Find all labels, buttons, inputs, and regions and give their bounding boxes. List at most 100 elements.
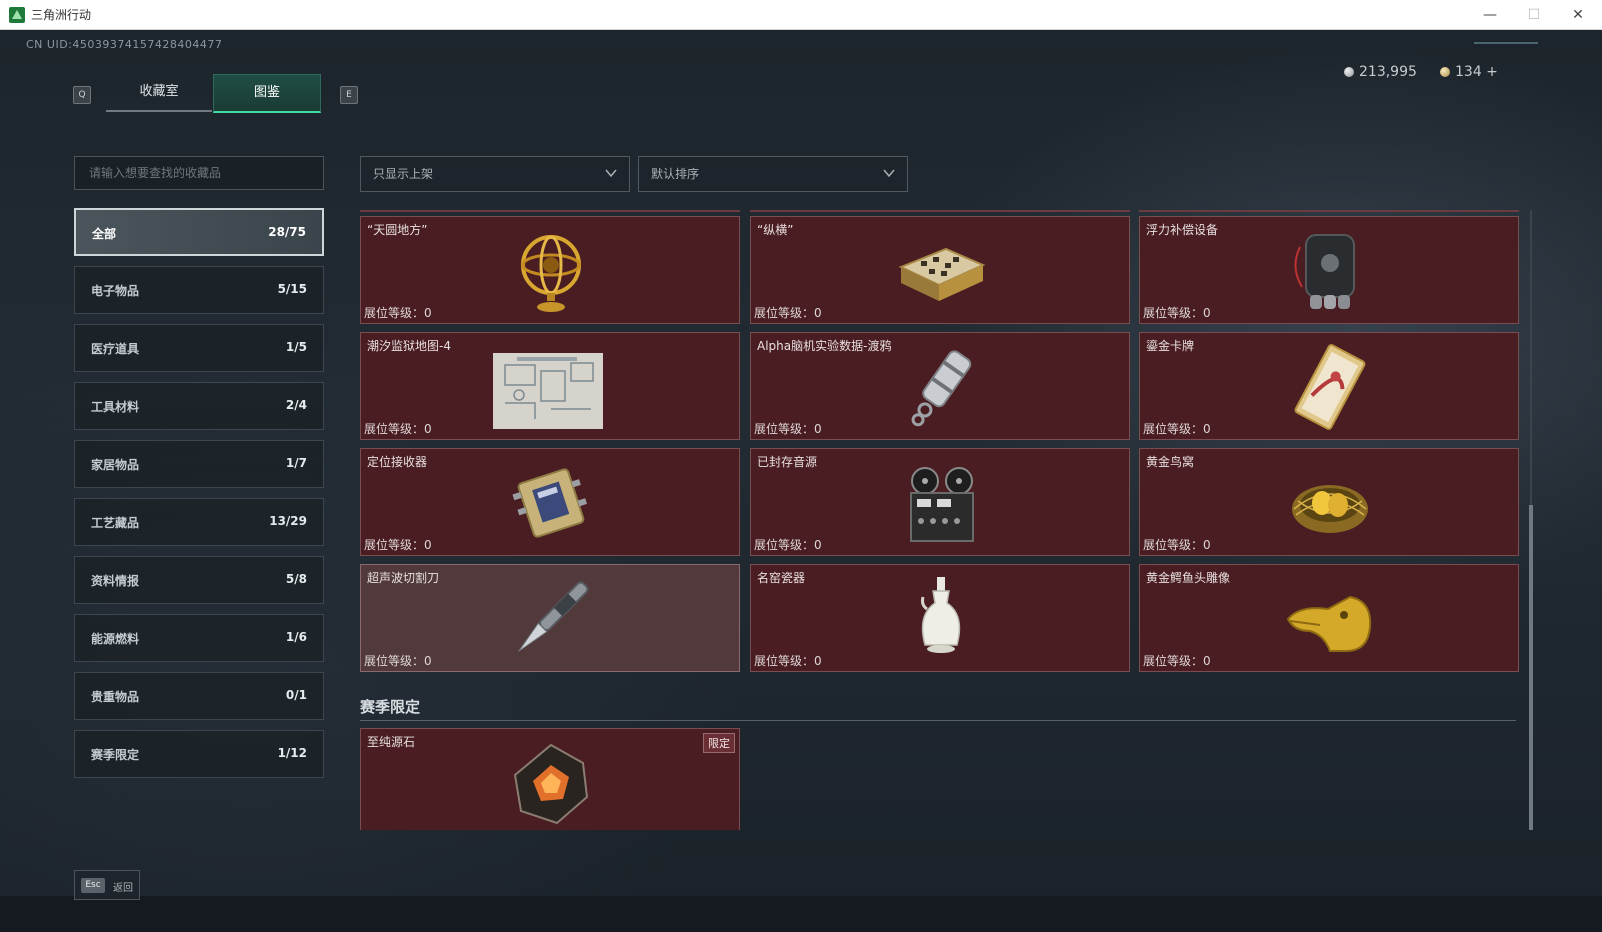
section-divider xyxy=(360,720,1516,721)
collection-item-card[interactable]: “纵横” 展位等级：0 xyxy=(750,216,1130,324)
category-count: 1/12 xyxy=(277,746,307,760)
buoyancy-device-icon xyxy=(1294,234,1355,309)
category-count: 1/5 xyxy=(285,340,307,354)
item-level: 展位等级：0 xyxy=(754,306,822,320)
category-label: 贵重物品 xyxy=(91,690,140,704)
category-label: 能源燃料 xyxy=(91,632,140,646)
item-name: “天圆地方” xyxy=(367,223,428,237)
category-count: 2/4 xyxy=(285,398,307,412)
category-intel[interactable]: 资料情报 5/8 xyxy=(74,556,324,604)
collection-item-card[interactable]: 鎏金卡牌 展位等级：0 xyxy=(1139,332,1519,440)
data-cylinder-icon xyxy=(911,350,972,427)
category-label: 医疗道具 xyxy=(91,342,140,356)
category-valuables[interactable]: 贵重物品 0/1 xyxy=(74,672,324,720)
close-button[interactable]: ✕ xyxy=(1558,3,1598,27)
category-label: 全部 xyxy=(92,227,117,241)
category-crafts[interactable]: 工艺藏品 13/29 xyxy=(74,498,324,546)
back-label: 返回 xyxy=(113,883,133,894)
collection-item-card[interactable]: 超声波切割刀 展位等级：0 xyxy=(360,564,740,672)
golden-nest-icon xyxy=(1292,485,1368,533)
category-season-limited[interactable]: 赛季限定 1/12 xyxy=(74,730,324,778)
show-filter-dropdown[interactable]: 只显示上架 xyxy=(360,156,630,192)
user-uid: CN UID:4503937415742840447​7 xyxy=(26,38,223,51)
category-medical[interactable]: 医疗道具 1/5 xyxy=(74,324,324,372)
collection-item-card[interactable]: 潮汐监狱地图-4 展位等级：0 xyxy=(360,332,740,440)
back-button[interactable]: Esc 返回 xyxy=(74,870,140,900)
item-name: 鎏金卡牌 xyxy=(1146,339,1195,353)
scrollbar-thumb[interactable] xyxy=(1529,505,1533,830)
collection-item-card[interactable]: 名窑瓷器 展位等级：0 xyxy=(750,564,1130,672)
category-all[interactable]: 全部 28/75 xyxy=(74,208,324,256)
item-name: Alpha脑机实验数据-渡鸦 xyxy=(757,339,892,353)
gilded-card-icon xyxy=(1294,344,1366,430)
maximize-button[interactable]: ☐ xyxy=(1514,3,1554,27)
tab-catalog[interactable]: 图鉴 xyxy=(213,74,321,113)
collection-item-card[interactable]: 定位接收器 展位等级：0 xyxy=(360,448,740,556)
key-hint-e[interactable]: E xyxy=(340,86,358,104)
window-titlebar: 三角洲行动 — ☐ ✕ xyxy=(0,0,1602,30)
silver-coin-icon xyxy=(1344,67,1354,77)
category-energy[interactable]: 能源燃料 1/6 xyxy=(74,614,324,662)
category-tools[interactable]: 工具材料 2/4 xyxy=(74,382,324,430)
item-level: 展位等级：0 xyxy=(1143,306,1211,320)
collection-item-card[interactable]: 黄金鸟窝 展位等级：0 xyxy=(1139,448,1519,556)
category-label: 工具材料 xyxy=(91,400,140,414)
category-label: 工艺藏品 xyxy=(91,516,140,530)
item-level: 展位等级：0 xyxy=(1143,654,1211,668)
category-label: 电子物品 xyxy=(91,284,140,298)
bottom-bar xyxy=(0,896,1602,932)
search-input[interactable]: 请输入想要查找的收藏品 xyxy=(74,156,324,190)
item-name: 浮力补偿设备 xyxy=(1146,223,1219,237)
chevron-down-icon xyxy=(883,169,895,178)
collection-item-card[interactable]: 浮力补偿设备 展位等级：0 xyxy=(1139,216,1519,324)
category-count: 5/15 xyxy=(277,282,307,296)
gold-amount: 134 + xyxy=(1455,64,1498,80)
item-name: 黄金鸟窝 xyxy=(1146,455,1195,469)
gold-currency[interactable]: 134 + xyxy=(1440,64,1498,80)
game-area: CN UID:4503937415742840447​7 Q 收藏室 图鉴 E … xyxy=(0,30,1602,932)
category-count: 28/75 xyxy=(268,225,306,239)
item-name: 黄金鳄鱼头雕像 xyxy=(1146,571,1231,585)
collection-item-card[interactable]: 黄金鳄鱼头雕像 展位等级：0 xyxy=(1139,564,1519,672)
category-electronics[interactable]: 电子物品 5/15 xyxy=(74,266,324,314)
key-hint-q[interactable]: Q xyxy=(73,86,91,104)
golden-crocodile-icon xyxy=(1286,595,1372,652)
item-level: 展位等级：0 xyxy=(364,654,432,668)
scrolled-row-edge xyxy=(1139,210,1519,212)
item-level: 展位等级：0 xyxy=(1143,422,1211,436)
chevron-down-icon xyxy=(605,169,617,178)
tab-collection-room[interactable]: 收藏室 xyxy=(106,74,212,112)
category-household[interactable]: 家居物品 1/7 xyxy=(74,440,324,488)
map-blueprint-icon xyxy=(493,353,603,429)
ultrasonic-knife-icon xyxy=(518,581,589,652)
minimize-button[interactable]: — xyxy=(1470,3,1510,27)
app-logo-icon xyxy=(9,7,25,23)
sort-dropdown[interactable]: 默认排序 xyxy=(638,156,908,192)
item-name: 已封存音源 xyxy=(757,455,818,469)
gold-coin-icon xyxy=(1440,67,1450,77)
collection-item-card[interactable]: 至纯源石 限定 xyxy=(360,728,740,830)
collection-item-card[interactable]: 已封存音源 展位等级：0 xyxy=(750,448,1130,556)
silver-currency: 213,995 xyxy=(1344,64,1417,80)
category-count: 5/8 xyxy=(285,572,307,586)
category-count: 0/1 xyxy=(285,688,307,702)
item-name: 名窑瓷器 xyxy=(757,571,806,585)
collection-item-card[interactable]: “天圆地方” 展位等级：0 xyxy=(360,216,740,324)
scrolled-row-edge xyxy=(360,210,740,212)
item-name: 至纯源石 xyxy=(367,735,416,749)
tab-label: 收藏室 xyxy=(139,84,179,99)
reel-recorder-icon xyxy=(910,467,974,542)
silver-amount: 213,995 xyxy=(1359,64,1417,80)
item-name: 潮汐监狱地图-4 xyxy=(367,339,451,353)
item-name: 定位接收器 xyxy=(367,455,428,469)
limited-badge: 限定 xyxy=(703,733,735,753)
category-label: 家居物品 xyxy=(91,458,140,472)
item-level: 展位等级：0 xyxy=(364,306,432,320)
item-level: 展位等级：0 xyxy=(754,422,822,436)
collection-item-card[interactable]: Alpha脑机实验数据-渡鸦 展位等级：0 xyxy=(750,332,1130,440)
decor-line xyxy=(1474,42,1538,44)
locator-receiver-icon xyxy=(512,468,588,538)
item-level: 展位等级：0 xyxy=(364,538,432,552)
scrolled-row-edge xyxy=(750,210,1130,212)
item-level: 展位等级：0 xyxy=(364,422,432,436)
